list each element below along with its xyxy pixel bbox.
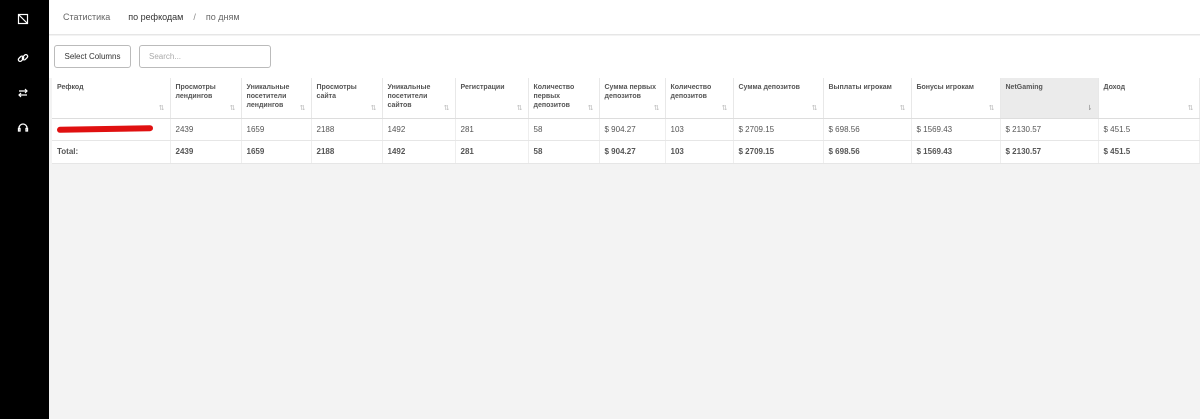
column-header-landing-views[interactable]: Просмотры лендингов ⇅	[170, 78, 242, 119]
column-header-unique-landing-visitors[interactable]: Уникальные посетители лендингов ⇅	[241, 78, 312, 119]
table-cell: 58	[528, 118, 600, 141]
table-cell: 1659	[241, 118, 312, 141]
total-cell: 2188	[311, 140, 383, 164]
table-cell: $ 904.27	[599, 118, 666, 141]
total-cell: $ 2709.15	[733, 140, 824, 164]
topbar: Статистика по рефкодам / по дням	[49, 0, 1200, 35]
sort-icon[interactable]: ⇅	[1188, 104, 1194, 113]
sort-icon[interactable]: ⇅	[989, 104, 995, 113]
column-header-netgaming[interactable]: NetGaming ⇂	[1000, 78, 1099, 119]
breadcrumb-statistics[interactable]: Статистика	[63, 12, 110, 22]
total-cell: $ 698.56	[823, 140, 912, 164]
support-icon[interactable]	[14, 119, 32, 137]
total-cell: 58	[528, 140, 600, 164]
table-toolbar: Select Columns	[49, 36, 1200, 78]
table-total-row: Total: 2439 1659 2188 1492 281 58 $ 904.…	[52, 140, 1200, 164]
column-header-registrations[interactable]: Регистрации ⇅	[455, 78, 529, 119]
column-header-player-bonuses[interactable]: Бонусы игрокам ⇅	[911, 78, 1001, 119]
breadcrumb-by-refcodes: по рефкодам	[128, 12, 184, 22]
sort-icon[interactable]: ⇅	[300, 104, 306, 113]
search-input[interactable]	[139, 45, 271, 68]
main-content: Статистика по рефкодам / по дням Select …	[49, 0, 1200, 419]
redacted-refcode	[56, 124, 154, 133]
transfer-icon[interactable]	[14, 84, 32, 102]
sort-icon[interactable]: ⇅	[517, 104, 523, 113]
total-cell: 2439	[170, 140, 242, 164]
sort-icon[interactable]: ⇅	[230, 104, 236, 113]
stats-table: Рефкод ⇅ Просмотры лендингов ⇅ Уникальные …	[52, 78, 1200, 164]
sort-icon[interactable]: ⇅	[159, 104, 165, 113]
table-row[interactable]: 2439 1659 2188 1492 281 58 $ 904.27 103 …	[52, 118, 1200, 141]
breadcrumb-separator: /	[193, 12, 196, 22]
sort-icon[interactable]: ⇅	[900, 104, 906, 113]
table-cell: 103	[665, 118, 734, 141]
table-cell: 2188	[311, 118, 383, 141]
breadcrumb: Статистика по рефкодам / по дням	[63, 12, 240, 22]
refcode-cell	[52, 118, 171, 141]
sort-icon[interactable]: ⇅	[588, 104, 594, 113]
total-cell: 1492	[382, 140, 456, 164]
table-cell: $ 451.5	[1098, 118, 1200, 141]
sort-icon[interactable]: ⇅	[371, 104, 377, 113]
sidebar	[0, 0, 49, 419]
select-columns-button[interactable]: Select Columns	[54, 45, 131, 68]
sort-desc-icon[interactable]: ⇂	[1087, 104, 1093, 113]
total-cell: 1659	[241, 140, 312, 164]
sort-icon[interactable]: ⇅	[812, 104, 818, 113]
column-header-first-deposit-sum[interactable]: Сумма первых депозитов ⇅	[599, 78, 666, 119]
column-header-site-views[interactable]: Просмотры сайта ⇅	[311, 78, 383, 119]
table-header-row: Рефкод ⇅ Просмотры лендингов ⇅ Уникальные …	[52, 78, 1200, 119]
column-header-deposit-count[interactable]: Количество депозитов ⇅	[665, 78, 734, 119]
column-header-first-deposit-count[interactable]: Количество первых депозитов ⇅	[528, 78, 600, 119]
table-cell: $ 698.56	[823, 118, 912, 141]
total-cell: 103	[665, 140, 734, 164]
table-cell: $ 2130.57	[1000, 118, 1099, 141]
total-cell: $ 1569.43	[911, 140, 1001, 164]
table-cell: 281	[455, 118, 529, 141]
total-cell: $ 451.5	[1098, 140, 1200, 164]
column-header-refcode[interactable]: Рефкод ⇅	[52, 78, 171, 119]
column-header-deposit-sum[interactable]: Сумма депозитов ⇅	[733, 78, 824, 119]
breadcrumb-by-days[interactable]: по дням	[206, 12, 240, 22]
total-cell: $ 904.27	[599, 140, 666, 164]
table-cell: $ 1569.43	[911, 118, 1001, 141]
table-cell: 1492	[382, 118, 456, 141]
column-header-unique-site-visitors[interactable]: Уникальные посетители сайтов ⇅	[382, 78, 456, 119]
total-cell: 281	[455, 140, 529, 164]
sort-icon[interactable]: ⇅	[444, 104, 450, 113]
total-label: Total:	[52, 140, 171, 164]
column-header-player-payouts[interactable]: Выплаты игрокам ⇅	[823, 78, 912, 119]
sort-icon[interactable]: ⇅	[722, 104, 728, 113]
sort-icon[interactable]: ⇅	[654, 104, 660, 113]
dashboard-icon[interactable]	[14, 10, 32, 28]
table-cell: 2439	[170, 118, 242, 141]
link-icon[interactable]	[14, 49, 32, 67]
table-cell: $ 2709.15	[733, 118, 824, 141]
total-cell: $ 2130.57	[1000, 140, 1099, 164]
column-header-income[interactable]: Доход ⇅	[1098, 78, 1200, 119]
